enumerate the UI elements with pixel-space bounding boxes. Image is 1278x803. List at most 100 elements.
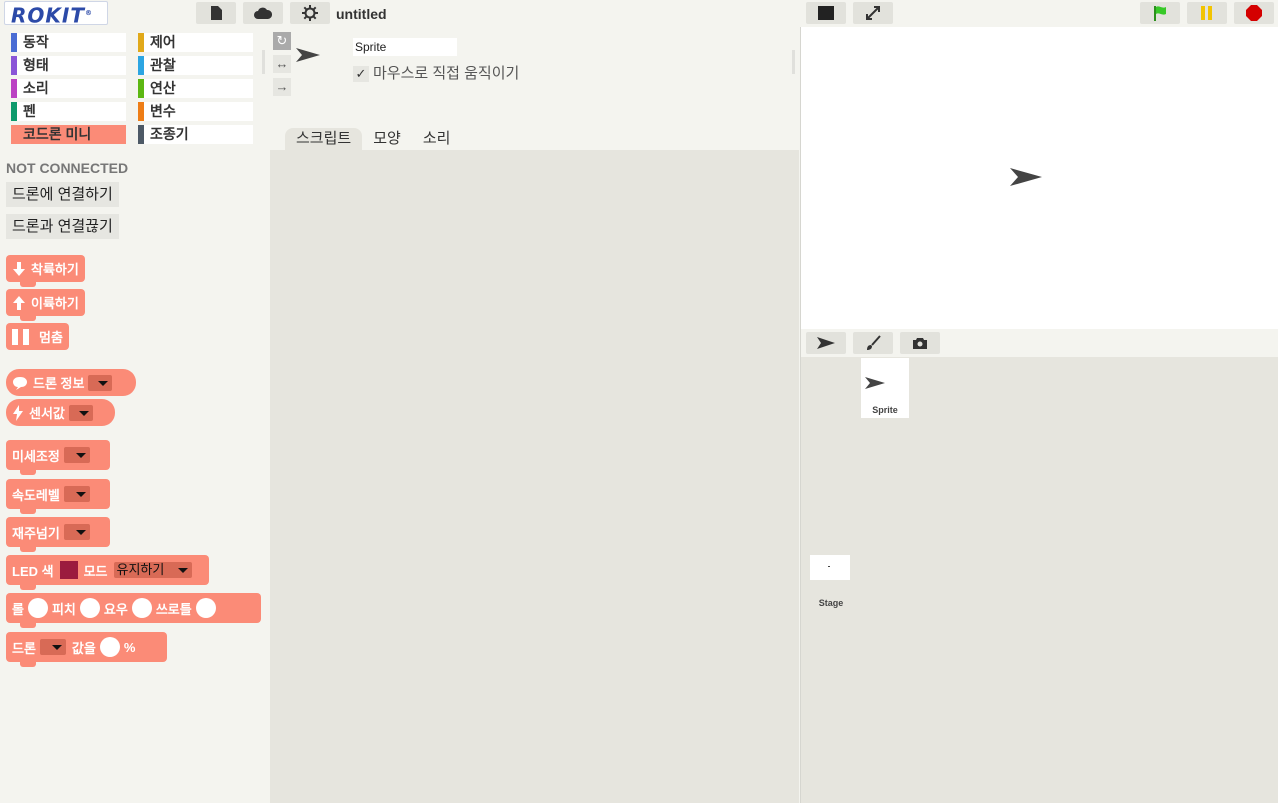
stage-thumbnail-label: Stage bbox=[818, 598, 844, 608]
category-panel: 동작 제어 형태 관찰 소리 연산 펜 변수 코드론 미니 조종기 bbox=[0, 27, 270, 150]
sprite-arrow-icon[interactable] bbox=[1010, 168, 1042, 186]
block-palette: NOT CONNECTED 드론에 연결하기 드론과 연결끊기 착륙하기 이륙하… bbox=[0, 150, 270, 803]
fullscreen-icon bbox=[866, 6, 880, 20]
block-label: 이륙하기 bbox=[31, 296, 79, 311]
rotation-none-button[interactable]: → bbox=[273, 78, 291, 96]
speed-dropdown[interactable] bbox=[63, 486, 90, 502]
stop-button[interactable] bbox=[1234, 2, 1274, 24]
block-notch bbox=[20, 315, 36, 321]
drone-info-block[interactable]: 드론 정보 bbox=[6, 369, 136, 396]
panel-resize-handle[interactable] bbox=[262, 50, 265, 74]
tab-costumes[interactable]: 모양 bbox=[362, 128, 412, 150]
category-swatch bbox=[11, 33, 17, 52]
paint-sprite-button[interactable] bbox=[853, 332, 893, 354]
block-label: 멈춤 bbox=[39, 330, 63, 345]
category-motion[interactable]: 동작 bbox=[11, 33, 126, 52]
trim-dropdown[interactable] bbox=[63, 447, 90, 463]
choose-sprite-button[interactable] bbox=[806, 332, 846, 354]
panel-resize-handle[interactable] bbox=[792, 50, 795, 74]
category-controller[interactable]: 조종기 bbox=[138, 125, 253, 144]
project-title[interactable]: untitled bbox=[336, 6, 387, 22]
tab-scripts[interactable]: 스크립트 bbox=[285, 128, 363, 150]
paintbrush-icon bbox=[867, 335, 881, 350]
category-sensing[interactable]: 관찰 bbox=[138, 56, 253, 75]
rotation-all-around-button[interactable]: ↻ bbox=[273, 32, 291, 50]
script-area[interactable] bbox=[270, 150, 799, 803]
category-swatch bbox=[11, 102, 17, 121]
speed-level-block[interactable]: 속도레벨 bbox=[6, 479, 110, 514]
category-codrone-mini[interactable]: 코드론 미니 bbox=[11, 125, 126, 144]
tab-sounds[interactable]: 소리 bbox=[412, 128, 462, 150]
sprite-thumbnail-label: Sprite bbox=[872, 405, 898, 415]
category-swatch bbox=[11, 79, 17, 98]
flip-dropdown[interactable] bbox=[63, 524, 90, 540]
small-stage-button[interactable] bbox=[806, 2, 846, 24]
category-variables[interactable]: 변수 bbox=[138, 102, 253, 121]
block-label: 피치 bbox=[51, 601, 76, 617]
drone-value-block[interactable]: 드론 값을 % bbox=[6, 632, 167, 667]
drone-info-dropdown[interactable] bbox=[88, 374, 113, 391]
category-label: 관찰 bbox=[150, 57, 176, 73]
flip-block[interactable]: 재주넘기 bbox=[6, 517, 110, 552]
throttle-input[interactable] bbox=[195, 598, 216, 618]
sprite-name-field[interactable]: Sprite bbox=[353, 38, 457, 56]
land-block[interactable]: 착륙하기 bbox=[6, 255, 85, 287]
category-swatch bbox=[138, 56, 144, 75]
rotation-left-right-button[interactable]: ↔ bbox=[273, 55, 291, 73]
led-mode-dropdown[interactable]: 유지하기 bbox=[113, 562, 192, 578]
yaw-input[interactable] bbox=[131, 598, 152, 618]
category-pen[interactable]: 펜 bbox=[11, 102, 126, 121]
cloud-icon bbox=[254, 7, 272, 19]
cloud-button[interactable] bbox=[243, 2, 283, 24]
pause-bars-icon bbox=[12, 328, 29, 345]
speech-bubble-icon bbox=[13, 376, 27, 390]
category-operators[interactable]: 연산 bbox=[138, 79, 253, 98]
block-label: 드론 bbox=[12, 640, 36, 656]
rpyt-block[interactable]: 롤 피치 요우 쓰로틀 bbox=[6, 593, 261, 628]
rokit-logo: ROKIT® bbox=[4, 1, 108, 27]
sprite-library-header bbox=[800, 329, 1278, 357]
disconnect-drone-button[interactable]: 드론과 연결끊기 bbox=[6, 214, 119, 239]
block-notch bbox=[20, 281, 36, 287]
camera-sprite-button[interactable] bbox=[900, 332, 940, 354]
sensor-value-block[interactable]: 센서값 bbox=[6, 399, 115, 426]
category-control[interactable]: 제어 bbox=[138, 33, 253, 52]
arrow-up-icon bbox=[13, 295, 25, 310]
drone-axis-dropdown[interactable] bbox=[39, 639, 66, 655]
led-block[interactable]: LED 색 모드 유지하기 bbox=[6, 555, 209, 590]
pause-button[interactable] bbox=[1187, 2, 1227, 24]
green-flag-button[interactable] bbox=[1140, 2, 1180, 24]
sensor-dropdown[interactable] bbox=[68, 404, 93, 421]
block-label: 쓰로틀 bbox=[155, 601, 192, 617]
takeoff-block[interactable]: 이륙하기 bbox=[6, 289, 85, 321]
connect-drone-button[interactable]: 드론에 연결하기 bbox=[6, 182, 119, 207]
stop-block[interactable]: 멈춤 bbox=[6, 323, 69, 350]
led-color-swatch[interactable] bbox=[59, 561, 78, 579]
stage[interactable] bbox=[800, 27, 1278, 329]
category-looks[interactable]: 형태 bbox=[11, 56, 126, 75]
block-notch bbox=[20, 661, 36, 667]
fullscreen-button[interactable] bbox=[853, 2, 893, 24]
settings-button[interactable] bbox=[290, 2, 330, 24]
block-notch bbox=[20, 546, 36, 552]
pitch-input[interactable] bbox=[79, 598, 100, 618]
file-menu-button[interactable] bbox=[196, 2, 236, 24]
checkbox-box[interactable]: ✓ bbox=[353, 66, 369, 82]
stage-thumbnail[interactable] bbox=[810, 555, 850, 580]
block-label: 착륙하기 bbox=[31, 262, 79, 277]
trim-block[interactable]: 미세조정 bbox=[6, 440, 110, 475]
connection-status: NOT CONNECTED bbox=[6, 160, 129, 176]
block-label: 요우 bbox=[103, 601, 128, 617]
arrow-down-icon bbox=[13, 261, 25, 276]
roll-input[interactable] bbox=[27, 598, 48, 618]
category-sound[interactable]: 소리 bbox=[11, 79, 126, 98]
checkbox-label: 마우스로 직접 움직이기 bbox=[373, 65, 520, 82]
block-label: 롤 bbox=[12, 601, 24, 617]
sprite-thumbnail[interactable]: Sprite bbox=[861, 358, 909, 418]
sprite-library: Sprite Stage bbox=[800, 357, 1278, 803]
value-input[interactable] bbox=[99, 637, 120, 657]
draggable-checkbox[interactable]: ✓ 마우스로 직접 움직이기 bbox=[353, 62, 519, 83]
category-label: 형태 bbox=[23, 57, 49, 73]
pause-icon bbox=[1201, 6, 1212, 20]
stage-thumb-dot bbox=[828, 566, 830, 567]
